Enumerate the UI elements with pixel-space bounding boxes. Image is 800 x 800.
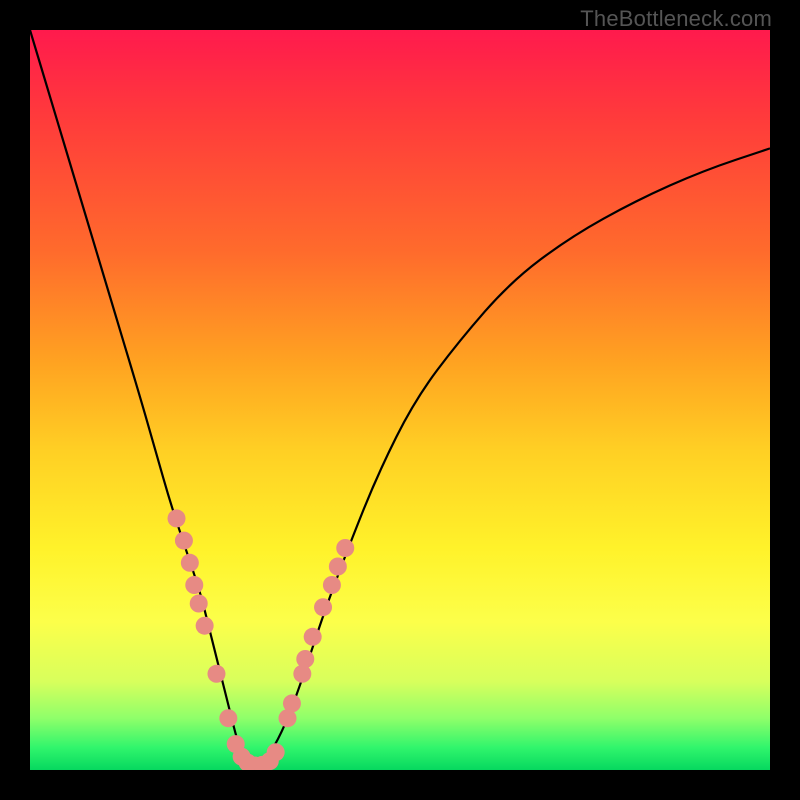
marker-dot xyxy=(207,665,225,683)
marker-dot xyxy=(314,598,332,616)
plot-area xyxy=(30,30,770,770)
marker-dot xyxy=(323,576,341,594)
marker-dot xyxy=(293,665,311,683)
chart-overlay xyxy=(30,30,770,770)
marker-dot xyxy=(219,709,237,727)
marker-group xyxy=(168,509,355,770)
marker-dot xyxy=(181,554,199,572)
marker-dot xyxy=(168,509,186,527)
marker-dot xyxy=(283,694,301,712)
marker-dot xyxy=(329,558,347,576)
marker-dot xyxy=(196,617,214,635)
marker-dot xyxy=(304,628,322,646)
chart-frame: TheBottleneck.com xyxy=(0,0,800,800)
watermark-text: TheBottleneck.com xyxy=(580,6,772,32)
marker-dot xyxy=(336,539,354,557)
marker-dot xyxy=(190,595,208,613)
marker-dot xyxy=(267,743,285,761)
marker-dot xyxy=(296,650,314,668)
marker-dot xyxy=(185,576,203,594)
bottleneck-curve xyxy=(30,30,770,764)
marker-dot xyxy=(175,532,193,550)
